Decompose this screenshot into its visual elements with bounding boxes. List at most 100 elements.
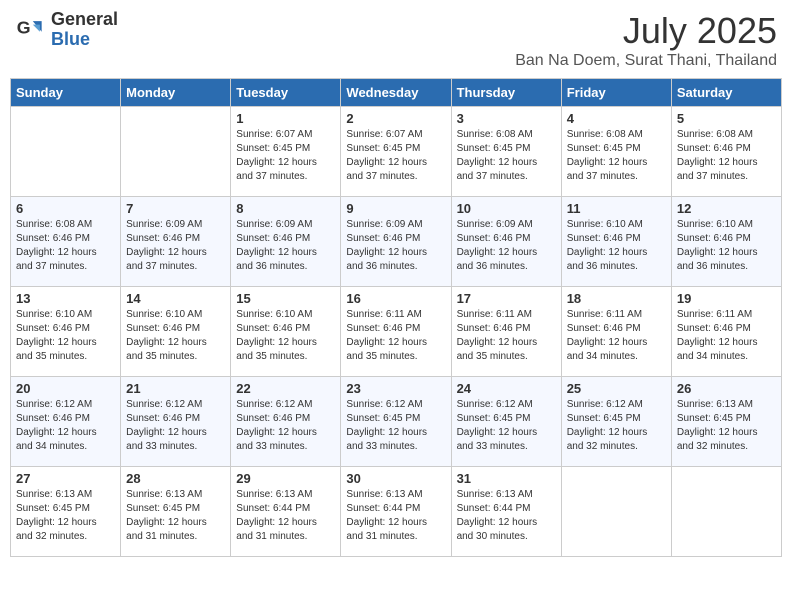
sunset-text: Sunset: 6:45 PM (567, 412, 666, 426)
daylight-text: Daylight: 12 hours and 37 minutes. (677, 156, 776, 184)
cell-sun-info: Sunrise: 6:09 AMSunset: 6:46 PMDaylight:… (236, 218, 335, 274)
calendar-cell: 30 Sunrise: 6:13 AMSunset: 6:44 PMDayligh… (341, 467, 451, 557)
sunset-text: Sunset: 6:45 PM (16, 502, 115, 516)
sunrise-text: Sunrise: 6:12 AM (567, 398, 666, 412)
daylight-text: Daylight: 12 hours and 31 minutes. (346, 516, 445, 544)
calendar-cell: 21Sunrise: 6:12 AMSunset: 6:46 PMDayligh… (121, 377, 231, 467)
sunrise-text: Sunrise: 6:10 AM (567, 218, 666, 232)
calendar-cell: 3Sunrise: 6:08 AMSunset: 6:45 PMDaylight… (451, 107, 561, 197)
sunset-text: Sunset: 6:46 PM (677, 142, 776, 156)
sunset-text: Sunset: 6:46 PM (126, 232, 225, 246)
sunrise-text: Sunrise: 6:13 AM (677, 398, 776, 412)
daylight-text: Daylight: 12 hours and 32 minutes. (677, 426, 776, 454)
daylight-text: Daylight: 12 hours and 36 minutes. (346, 246, 445, 274)
calendar-cell: 28Sunrise: 6:13 AMSunset: 6:45 PMDayligh… (121, 467, 231, 557)
day-number: 6 (16, 201, 115, 216)
sunset-text: Sunset: 6:45 PM (457, 142, 556, 156)
calendar-cell: 10Sunrise: 6:09 AMSunset: 6:46 PMDayligh… (451, 197, 561, 287)
cell-sun-info: Sunrise: 6:10 AMSunset: 6:46 PMDaylight:… (126, 308, 225, 364)
sunset-text: Sunset: 6:45 PM (567, 142, 666, 156)
sunrise-text: Sunrise: 6:12 AM (236, 398, 335, 412)
calendar-cell (671, 467, 781, 557)
sunset-text: Sunset: 6:45 PM (457, 412, 556, 426)
sunset-text: Sunset: 6:46 PM (457, 322, 556, 336)
day-number: 12 (677, 201, 776, 216)
sunset-text: Sunset: 6:46 PM (16, 322, 115, 336)
cell-sun-info: Sunrise: 6:09 AMSunset: 6:46 PMDaylight:… (126, 218, 225, 274)
cell-sun-info: Sunrise: 6:09 AMSunset: 6:46 PMDaylight:… (457, 218, 556, 274)
daylight-text: Daylight: 12 hours and 30 minutes. (457, 516, 556, 544)
daylight-text: Daylight: 12 hours and 33 minutes. (236, 426, 335, 454)
daylight-text: Daylight: 12 hours and 37 minutes. (126, 246, 225, 274)
daylight-text: Daylight: 12 hours and 35 minutes. (457, 336, 556, 364)
sunrise-text: Sunrise: 6:13 AM (346, 488, 445, 502)
calendar-cell: 19Sunrise: 6:11 AMSunset: 6:46 PMDayligh… (671, 287, 781, 377)
sunrise-text: Sunrise: 6:12 AM (457, 398, 556, 412)
calendar-cell: 23Sunrise: 6:12 AMSunset: 6:45 PMDayligh… (341, 377, 451, 467)
calendar-header-row: Sunday Monday Tuesday Wednesday Thursday… (11, 79, 782, 107)
sunrise-text: Sunrise: 6:08 AM (677, 128, 776, 142)
calendar-cell (11, 107, 121, 197)
sunrise-text: Sunrise: 6:08 AM (457, 128, 556, 142)
day-number: 21 (126, 381, 225, 396)
cell-sun-info: Sunrise: 6:11 AMSunset: 6:46 PMDaylight:… (677, 308, 776, 364)
cell-sun-info: Sunrise: 6:08 AMSunset: 6:45 PMDaylight:… (567, 128, 666, 184)
sunset-text: Sunset: 6:44 PM (457, 502, 556, 516)
day-number: 13 (16, 291, 115, 306)
day-number: 22 (236, 381, 335, 396)
daylight-text: Daylight: 12 hours and 35 minutes. (236, 336, 335, 364)
calendar-cell: 11 Sunrise: 6:10 AMSunset: 6:46 PMDayligh… (561, 197, 671, 287)
sunrise-text: Sunrise: 6:07 AM (346, 128, 445, 142)
sunset-text: Sunset: 6:46 PM (346, 232, 445, 246)
calendar-cell (561, 467, 671, 557)
day-number: 2 (346, 111, 445, 126)
cell-sun-info: Sunrise: 6:10 AMSunset: 6:46 PMDaylight:… (16, 308, 115, 364)
day-number: 20 (16, 381, 115, 396)
daylight-text: Daylight: 12 hours and 32 minutes. (567, 426, 666, 454)
calendar-table: Sunday Monday Tuesday Wednesday Thursday… (10, 78, 782, 557)
sunset-text: Sunset: 6:46 PM (567, 232, 666, 246)
cell-sun-info: Sunrise: 6:11 AMSunset: 6:46 PMDaylight:… (346, 308, 445, 364)
daylight-text: Daylight: 12 hours and 37 minutes. (346, 156, 445, 184)
day-number: 29 (236, 471, 335, 486)
day-number: 31 (457, 471, 556, 486)
page-header: G General Blue July 2025 Ban Na Doem, Su… (10, 10, 782, 70)
day-number: 30 (346, 471, 445, 486)
cell-sun-info: Sunrise: 6:07 AMSunset: 6:45 PMDaylight:… (236, 128, 335, 184)
daylight-text: Daylight: 12 hours and 34 minutes. (677, 336, 776, 364)
sunrise-text: Sunrise: 6:11 AM (457, 308, 556, 322)
daylight-text: Daylight: 12 hours and 36 minutes. (677, 246, 776, 274)
cell-sun-info: Sunrise: 6:10 AMSunset: 6:46 PMDaylight:… (567, 218, 666, 274)
cell-sun-info: Sunrise: 6:12 AMSunset: 6:46 PMDaylight:… (236, 398, 335, 454)
sunset-text: Sunset: 6:45 PM (346, 142, 445, 156)
day-number: 17 (457, 291, 556, 306)
cell-sun-info: Sunrise: 6:13 AMSunset: 6:44 PMDaylight:… (457, 488, 556, 544)
logo-icon: G (15, 14, 47, 46)
logo-blue-text: Blue (51, 30, 118, 50)
location-title: Ban Na Doem, Surat Thani, Thailand (515, 52, 777, 70)
header-wednesday: Wednesday (341, 79, 451, 107)
day-number: 8 (236, 201, 335, 216)
header-monday: Monday (121, 79, 231, 107)
day-number: 9 (346, 201, 445, 216)
cell-sun-info: Sunrise: 6:10 AMSunset: 6:46 PMDaylight:… (677, 218, 776, 274)
sunset-text: Sunset: 6:44 PM (346, 502, 445, 516)
day-number: 3 (457, 111, 556, 126)
day-number: 25 (567, 381, 666, 396)
calendar-cell: 9Sunrise: 6:09 AMSunset: 6:46 PMDaylight… (341, 197, 451, 287)
cell-sun-info: Sunrise: 6:13 AMSunset: 6:45 PMDaylight:… (677, 398, 776, 454)
cell-sun-info: Sunrise: 6:13 AMSunset: 6:44 PMDaylight:… (346, 488, 445, 544)
sunrise-text: Sunrise: 6:12 AM (346, 398, 445, 412)
sunset-text: Sunset: 6:46 PM (126, 322, 225, 336)
sunrise-text: Sunrise: 6:08 AM (567, 128, 666, 142)
daylight-text: Daylight: 12 hours and 36 minutes. (457, 246, 556, 274)
header-saturday: Saturday (671, 79, 781, 107)
sunset-text: Sunset: 6:45 PM (346, 412, 445, 426)
sunset-text: Sunset: 6:46 PM (346, 322, 445, 336)
calendar-cell: 15Sunrise: 6:10 AMSunset: 6:46 PMDayligh… (231, 287, 341, 377)
sunset-text: Sunset: 6:46 PM (677, 232, 776, 246)
calendar-cell: 16Sunrise: 6:11 AMSunset: 6:46 PMDayligh… (341, 287, 451, 377)
day-number: 11 (567, 201, 666, 216)
day-number: 7 (126, 201, 225, 216)
logo-text: General Blue (51, 10, 118, 50)
